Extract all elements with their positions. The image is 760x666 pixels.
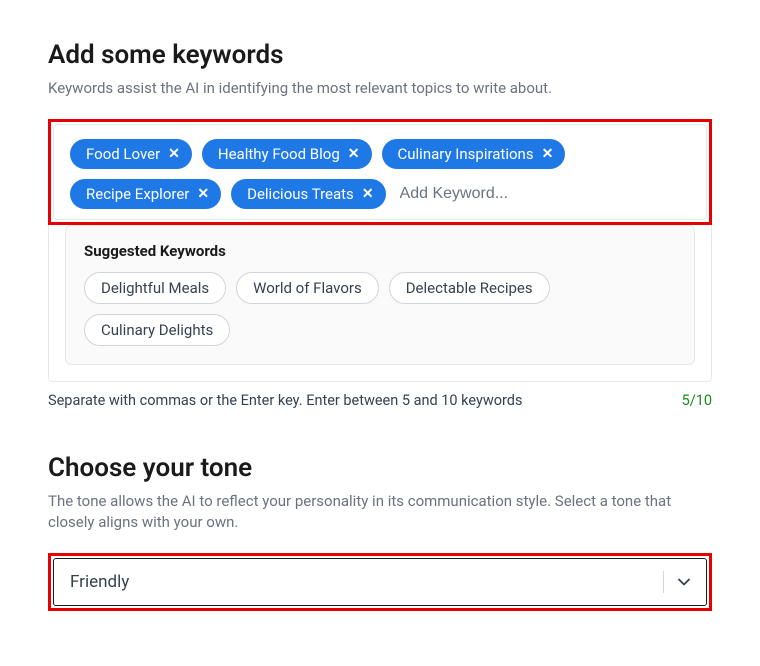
chevron-down-icon bbox=[678, 578, 690, 586]
tone-chevron-wrap bbox=[663, 571, 690, 593]
keywords-container: Food Lover ✕ Healthy Food Blog ✕ Culinar… bbox=[53, 124, 707, 220]
suggested-keyword-chip[interactable]: Delectable Recipes bbox=[389, 272, 550, 304]
tone-description: The tone allows the AI to reflect your p… bbox=[48, 491, 712, 533]
suggested-keyword-chip[interactable]: Delightful Meals bbox=[84, 272, 226, 304]
suggested-keyword-chip[interactable]: Culinary Delights bbox=[84, 314, 230, 346]
keyword-label: Food Lover bbox=[86, 145, 160, 163]
add-keyword-input[interactable] bbox=[396, 179, 690, 209]
keyword-label: Delicious Treats bbox=[247, 185, 354, 203]
keyword-pill[interactable]: Food Lover ✕ bbox=[70, 139, 192, 169]
tone-selected-value: Friendly bbox=[70, 572, 129, 592]
close-icon[interactable]: ✕ bbox=[348, 147, 360, 161]
suggested-keywords-heading: Suggested Keywords bbox=[84, 242, 676, 260]
close-icon[interactable]: ✕ bbox=[197, 187, 209, 201]
tone-section: Choose your tone The tone allows the AI … bbox=[48, 453, 712, 611]
keyword-label: Recipe Explorer bbox=[86, 185, 189, 203]
close-icon[interactable]: ✕ bbox=[542, 147, 554, 161]
suggested-chips-row: Delightful Meals World of Flavors Delect… bbox=[84, 272, 676, 346]
keyword-pill[interactable]: Delicious Treats ✕ bbox=[231, 179, 385, 209]
keyword-label: Culinary Inspirations bbox=[398, 145, 534, 163]
keyword-pill[interactable]: Culinary Inspirations ✕ bbox=[382, 139, 566, 169]
keywords-pills-area[interactable]: Food Lover ✕ Healthy Food Blog ✕ Culinar… bbox=[54, 125, 706, 219]
suggested-keywords-panel: Suggested Keywords Delightful Meals Worl… bbox=[65, 225, 695, 365]
tone-select[interactable]: Friendly bbox=[53, 558, 707, 606]
keyword-label: Healthy Food Blog bbox=[218, 145, 340, 163]
keywords-description: Keywords assist the AI in identifying th… bbox=[48, 78, 712, 99]
tone-heading: Choose your tone bbox=[48, 453, 712, 483]
keyword-pill[interactable]: Healthy Food Blog ✕ bbox=[202, 139, 372, 169]
keywords-helper-text: Separate with commas or the Enter key. E… bbox=[48, 392, 522, 409]
keywords-count: 5/10 bbox=[682, 392, 712, 409]
keywords-helper-row: Separate with commas or the Enter key. E… bbox=[48, 392, 712, 409]
tone-highlight-box: Friendly bbox=[48, 553, 712, 611]
close-icon[interactable]: ✕ bbox=[362, 187, 374, 201]
keywords-heading: Add some keywords bbox=[48, 40, 712, 70]
keywords-highlight-box: Food Lover ✕ Healthy Food Blog ✕ Culinar… bbox=[48, 119, 712, 225]
close-icon[interactable]: ✕ bbox=[168, 147, 180, 161]
keywords-lower-container: Suggested Keywords Delightful Meals Worl… bbox=[48, 225, 712, 382]
suggested-keyword-chip[interactable]: World of Flavors bbox=[236, 272, 379, 304]
keyword-pill[interactable]: Recipe Explorer ✕ bbox=[70, 179, 221, 209]
